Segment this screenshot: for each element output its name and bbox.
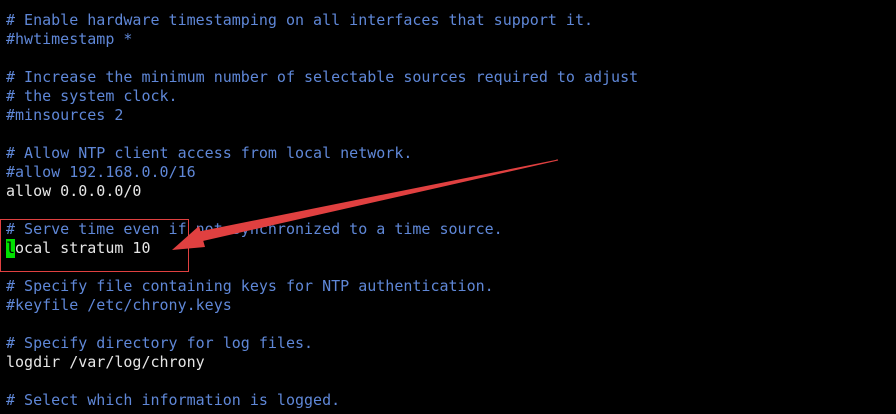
config-line-comment: # Enable hardware timestamping on all in… [6, 11, 593, 29]
terminal-window[interactable]: # Enable hardware timestamping on all in… [0, 0, 896, 414]
config-line-keyfile: #keyfile /etc/chrony.keys [6, 296, 232, 314]
red-highlight-box [0, 219, 189, 272]
config-line-comment: # Select which information is logged. [6, 391, 341, 409]
config-line-logdir: logdir /var/log/chrony [6, 353, 205, 371]
config-line-comment: # the system clock. [6, 87, 178, 105]
config-line-comment: # Specify directory for log files. [6, 334, 314, 352]
config-line-minsources: #minsources 2 [6, 106, 124, 124]
config-line-comment: # Increase the minimum number of selecta… [6, 68, 639, 86]
config-line-allow-commented: #allow 192.168.0.0/16 [6, 163, 196, 181]
config-line-comment: # Allow NTP client access from local net… [6, 144, 413, 162]
config-line-comment: # Specify file containing keys for NTP a… [6, 277, 494, 295]
config-line-hwtimestamp: #hwtimestamp * [6, 30, 133, 48]
config-line-allow: allow 0.0.0.0/0 [6, 182, 142, 200]
